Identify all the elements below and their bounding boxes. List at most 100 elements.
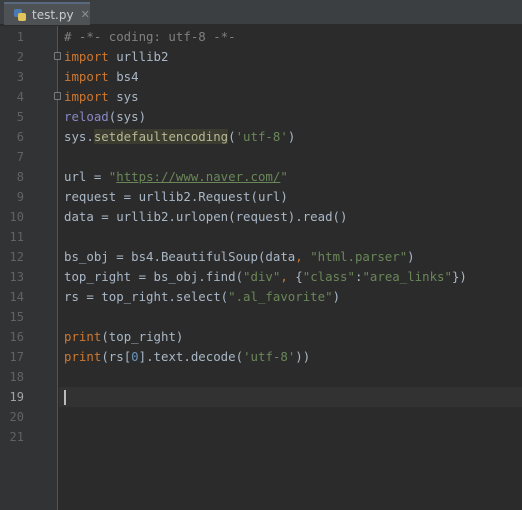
code-token: print (64, 329, 102, 344)
code-token: ".al_favorite" (228, 289, 333, 304)
code-token: https://www.naver.com/ (116, 169, 281, 184)
line-number: 9 (16, 190, 24, 204)
line-number: 19 (9, 390, 24, 404)
code-token: urllib2 (108, 49, 169, 64)
line-number: 10 (9, 210, 24, 224)
editor-tab-bar: test.py ✕ (0, 0, 522, 25)
code-text: import sys (64, 87, 139, 107)
code-text: bs_obj = bs4.BeautifulSoup(data, "html.p… (64, 247, 415, 267)
code-line[interactable]: 21 (0, 427, 522, 447)
line-number: 14 (9, 290, 24, 304)
code-line-area[interactable] (59, 147, 522, 167)
code-text: print(top_right) (64, 327, 183, 347)
line-number: 8 (16, 170, 24, 184)
code-line[interactable]: sys.setdefaultencoding('utf-8') 6 (0, 127, 522, 147)
line-number: 21 (9, 430, 24, 444)
code-token: , (295, 249, 311, 264)
code-token: import (64, 89, 109, 104)
fold-marker-icon[interactable] (54, 92, 61, 100)
code-line[interactable]: # -*- coding: utf-8 -*- 1 (0, 27, 522, 47)
code-token: bs4 (108, 69, 139, 84)
code-token: # -*- coding: utf-8 -*- (64, 29, 236, 44)
code-line-area[interactable] (59, 307, 522, 327)
code-text: import bs4 (64, 67, 139, 87)
code-line-area[interactable]: # -*- coding: utf-8 -*- (59, 27, 522, 47)
code-line-area[interactable] (59, 427, 522, 447)
code-token: "area_links" (362, 269, 452, 284)
line-number: 1 (16, 30, 24, 44)
code-text: import urllib2 (64, 47, 168, 67)
code-token: setdefaultencoding (93, 129, 229, 144)
code-text: url = "https://www.naver.com/" (64, 167, 288, 187)
code-line[interactable]: 7 (0, 147, 522, 167)
code-line-area[interactable] (59, 227, 522, 247)
code-line[interactable]: 11 (0, 227, 522, 247)
code-line-area[interactable]: url = "https://www.naver.com/" (59, 167, 522, 187)
code-token: ) (407, 249, 415, 264)
code-line[interactable]: reload(sys) 5 (0, 107, 522, 127)
code-token: data = urllib2.urlopen(request).read() (64, 209, 348, 224)
code-text: rs = top_right.select(".al_favorite") (64, 287, 340, 307)
code-line[interactable]: print(rs[0].text.decode('utf-8')) 17 (0, 347, 522, 367)
code-line-area[interactable]: sys.setdefaultencoding('utf-8') (59, 127, 522, 147)
code-line-area[interactable] (59, 387, 522, 407)
code-line[interactable]: 18 (0, 367, 522, 387)
code-token: (rs[ (101, 349, 132, 364)
code-line[interactable]: print(top_right) 16 (0, 327, 522, 347)
code-token: import (64, 69, 109, 84)
line-number: 6 (16, 130, 24, 144)
code-line[interactable]: top_right = bs_obj.find("div", {"class":… (0, 267, 522, 287)
code-line-area[interactable]: rs = top_right.select(".al_favorite") (59, 287, 522, 307)
code-line-area[interactable]: bs_obj = bs4.BeautifulSoup(data, "html.p… (59, 247, 522, 267)
code-line-area[interactable]: reload(sys) (59, 107, 522, 127)
fold-marker-icon[interactable] (54, 52, 61, 60)
line-number: 3 (16, 70, 24, 84)
code-text: top_right = bs_obj.find("div", {"class":… (64, 267, 467, 287)
code-token: { (295, 269, 303, 284)
code-line[interactable]: data = urllib2.urlopen(request).read() 10 (0, 207, 522, 227)
file-tab[interactable]: test.py ✕ (4, 2, 90, 25)
code-line-area[interactable]: print(rs[0].text.decode('utf-8')) (59, 347, 522, 367)
line-number: 5 (16, 110, 24, 124)
code-line[interactable]: rs = top_right.select(".al_favorite") 14 (0, 287, 522, 307)
code-line-area[interactable]: request = urllib2.Request(url) (59, 187, 522, 207)
code-line[interactable]: bs_obj = bs4.BeautifulSoup(data, "html.p… (0, 247, 522, 267)
code-line-area[interactable]: import sys (59, 87, 522, 107)
line-number: 11 (9, 230, 24, 244)
code-token: sys (108, 89, 139, 104)
code-token: ) (332, 289, 341, 304)
code-token: import (64, 49, 109, 64)
code-text: sys.setdefaultencoding('utf-8') (64, 127, 295, 147)
code-token: bs_obj = bs4.BeautifulSoup(data (64, 249, 296, 264)
line-number: 4 (16, 90, 24, 104)
line-number: 18 (9, 370, 24, 384)
line-number: 7 (16, 150, 24, 164)
code-token: print (64, 349, 102, 364)
code-line[interactable]: 20 (0, 407, 522, 427)
line-number: 15 (9, 310, 24, 324)
code-line-area[interactable]: data = urllib2.urlopen(request).read() (59, 207, 522, 227)
code-line-area[interactable]: import bs4 (59, 67, 522, 87)
code-line[interactable]: import urllib2 2 (0, 47, 522, 67)
code-line-area[interactable]: import urllib2 (59, 47, 522, 67)
code-token: 'utf-8' (243, 349, 296, 364)
code-line-area[interactable]: print(top_right) (59, 327, 522, 347)
code-text: reload(sys) (64, 107, 146, 127)
code-line-area[interactable] (59, 407, 522, 427)
code-line-area[interactable] (59, 367, 522, 387)
code-line[interactable]: 15 (0, 307, 522, 327)
close-tab-icon[interactable]: ✕ (81, 8, 90, 21)
code-line[interactable]: import sys 4 (0, 87, 522, 107)
code-token: reload (64, 109, 109, 124)
line-number: 13 (9, 270, 24, 284)
line-number: 12 (9, 250, 24, 264)
code-token: rs = top_right.select( (64, 289, 229, 304)
code-line[interactable]: url = "https://www.naver.com/" 8 (0, 167, 522, 187)
code-line[interactable]: import bs4 3 (0, 67, 522, 87)
code-line-area[interactable]: top_right = bs_obj.find("div", {"class":… (59, 267, 522, 287)
code-editor[interactable]: # -*- coding: utf-8 -*- 1 import urllib2 2 i… (0, 26, 522, 510)
code-line[interactable]: request = urllib2.Request(url) 9 (0, 187, 522, 207)
code-token: (top_right) (101, 329, 184, 344)
code-line[interactable]: 19 (0, 387, 522, 407)
code-text: request = urllib2.Request(url) (64, 187, 288, 207)
